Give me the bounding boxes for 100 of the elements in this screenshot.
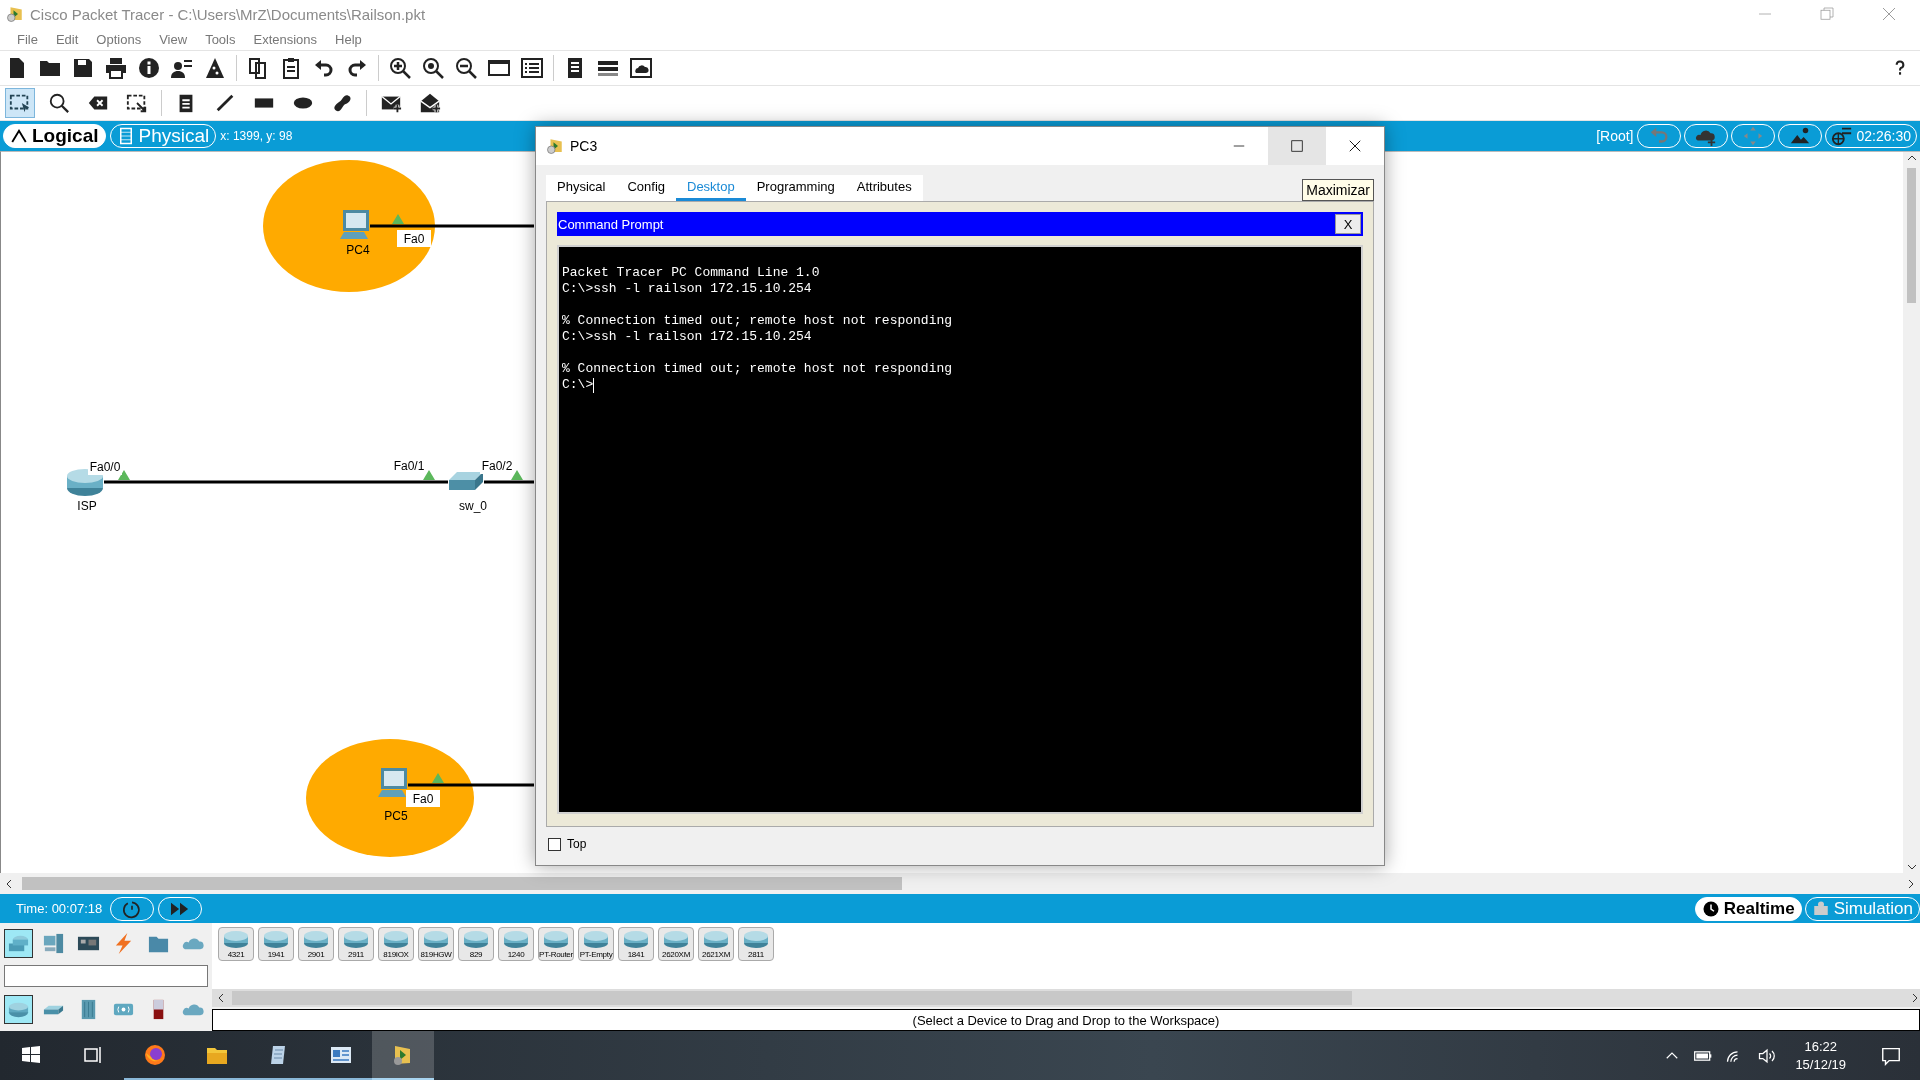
cone-icon[interactable] bbox=[203, 56, 227, 80]
scroll-right-icon[interactable] bbox=[1906, 877, 1916, 890]
notification-icon[interactable] bbox=[1880, 1045, 1902, 1067]
device-model-button[interactable]: 1240 bbox=[498, 927, 534, 961]
cable-line[interactable] bbox=[484, 480, 534, 484]
device-label: PC4 bbox=[346, 243, 370, 257]
command-prompt-text: C:\> bbox=[562, 377, 594, 393]
terminal[interactable] bbox=[557, 245, 1363, 814]
clock-time[interactable]: 16:22 bbox=[1804, 1038, 1837, 1056]
select-tool-icon[interactable] bbox=[9, 92, 31, 114]
pc-icon[interactable] bbox=[378, 768, 407, 797]
save-icon[interactable] bbox=[71, 56, 95, 80]
device-model-button[interactable]: 829 bbox=[458, 927, 494, 961]
device-model-button[interactable]: 2911 bbox=[338, 927, 374, 961]
device-model-button[interactable]: 4321 bbox=[218, 927, 254, 961]
window-title: Cisco Packet Tracer - C:\Users\MrZ\Documents\Railson.pkt bbox=[30, 5, 426, 23]
router-icon bbox=[461, 928, 491, 950]
router-icon bbox=[581, 928, 611, 950]
checkbox[interactable] bbox=[548, 837, 561, 851]
menu-item[interactable]: Help bbox=[326, 31, 371, 47]
menu-item[interactable]: Edit bbox=[46, 31, 88, 47]
horizontal-scrollbar[interactable] bbox=[0, 873, 1920, 894]
scroll-left-icon[interactable] bbox=[4, 877, 14, 890]
scroll-right-icon[interactable] bbox=[1910, 992, 1920, 1004]
info-icon[interactable] bbox=[137, 56, 161, 80]
device-model-button[interactable]: 2621XM bbox=[698, 927, 734, 961]
device-scrollbar[interactable] bbox=[212, 989, 1920, 1007]
port-label: Fa0 bbox=[397, 230, 431, 247]
computer-icon[interactable] bbox=[42, 931, 65, 955]
zoom-in-icon[interactable] bbox=[388, 56, 412, 80]
vertical-scrollbar[interactable] bbox=[1903, 152, 1920, 873]
maximize-button[interactable]: Maximizar bbox=[1302, 179, 1374, 201]
router-icon bbox=[341, 928, 371, 950]
device-type-field[interactable] bbox=[4, 965, 208, 987]
cable-line[interactable] bbox=[408, 783, 534, 787]
menu-item[interactable]: File bbox=[8, 31, 47, 47]
move-arrows-icon bbox=[1741, 125, 1764, 147]
topology-icon bbox=[10, 127, 28, 145]
device-tab[interactable]: Attributes bbox=[845, 175, 923, 201]
menu-item[interactable]: Extensions bbox=[244, 31, 327, 47]
text-cursor bbox=[593, 377, 595, 393]
resize-icon[interactable] bbox=[126, 92, 148, 114]
clock-date[interactable]: 15/12/19 bbox=[1795, 1056, 1846, 1074]
zoom-out-icon[interactable] bbox=[454, 56, 478, 80]
scroll-left-icon[interactable] bbox=[216, 992, 226, 1004]
firefox-icon bbox=[143, 1042, 167, 1067]
device-model-button[interactable]: PT-Empty bbox=[578, 927, 614, 961]
scrollbar-thumb[interactable] bbox=[22, 877, 902, 890]
device-model-button[interactable]: 1841 bbox=[618, 927, 654, 961]
device-model-button[interactable]: 1941 bbox=[258, 927, 294, 961]
search-icon[interactable] bbox=[48, 92, 70, 114]
cable-line[interactable] bbox=[104, 480, 448, 484]
device-model-button[interactable]: 2901 bbox=[298, 927, 334, 961]
terminal-output: Packet Tracer PC Command Line 1.0 C:\>ssh -l railson 172.15.10.254 % Connection timed out; remote host not responding C:\>ssh -l railson 172.15.10.254 % Connection timed out; remote host not responding bbox=[562, 265, 954, 377]
device-label: PC5 bbox=[384, 809, 408, 823]
zoom-reset-icon[interactable] bbox=[421, 56, 445, 80]
device-tab[interactable]: Desktop bbox=[676, 175, 746, 201]
port-label: Fa0/1 bbox=[392, 457, 426, 474]
menu-item[interactable]: Tools bbox=[196, 31, 245, 47]
device-tab[interactable]: Programming bbox=[745, 175, 846, 201]
router-icon bbox=[221, 928, 251, 950]
volume-icon[interactable] bbox=[1757, 1046, 1778, 1066]
device-model-button[interactable]: 2620XM bbox=[658, 927, 694, 961]
list-icon[interactable] bbox=[520, 56, 544, 80]
mode-tab[interactable]: Realtime bbox=[1694, 896, 1802, 921]
freeform-icon[interactable] bbox=[331, 92, 353, 114]
device-window-title: PC3 bbox=[570, 138, 598, 154]
switch-icon[interactable] bbox=[449, 472, 483, 490]
simulation-time: Time: 00:07:18 bbox=[16, 901, 103, 916]
router-icon[interactable] bbox=[67, 469, 103, 496]
router-icon bbox=[301, 928, 331, 950]
open-envelope-plus-icon[interactable] bbox=[419, 92, 441, 114]
router-icon bbox=[621, 928, 651, 950]
root-label: [Root] bbox=[1596, 128, 1634, 144]
cable-line[interactable] bbox=[370, 224, 534, 228]
app-logo-icon bbox=[546, 137, 564, 155]
cloud-window-icon[interactable] bbox=[629, 56, 653, 80]
device-label: sw_0 bbox=[459, 499, 487, 513]
router-icon bbox=[421, 928, 451, 950]
device-model-button[interactable]: PT-Router bbox=[538, 927, 574, 961]
print-icon[interactable] bbox=[104, 56, 128, 80]
checkbox-label: Top bbox=[567, 837, 587, 851]
clock-icon bbox=[1701, 899, 1720, 918]
close-button[interactable]: X bbox=[1335, 214, 1361, 234]
line-icon[interactable] bbox=[214, 92, 236, 114]
device-tab[interactable]: Physical bbox=[546, 175, 617, 201]
router-icon bbox=[741, 928, 771, 950]
device-model-button[interactable]: 2811 bbox=[738, 927, 774, 961]
view-tab[interactable]: Logical bbox=[3, 124, 106, 148]
pc-icon[interactable] bbox=[340, 210, 369, 239]
scrollbar-thumb[interactable] bbox=[1907, 168, 1916, 303]
device-model-button[interactable]: 819HGW bbox=[418, 927, 454, 961]
router-icon bbox=[661, 928, 691, 950]
menu-item[interactable]: Options bbox=[87, 31, 151, 47]
maximize-icon[interactable] bbox=[1288, 137, 1306, 155]
menu-item[interactable]: View bbox=[150, 31, 197, 47]
device-model-button[interactable]: 819IOX bbox=[378, 927, 414, 961]
router-icon bbox=[501, 928, 531, 950]
device-label: ISP bbox=[77, 499, 97, 513]
device-tab[interactable]: Config bbox=[616, 175, 676, 201]
